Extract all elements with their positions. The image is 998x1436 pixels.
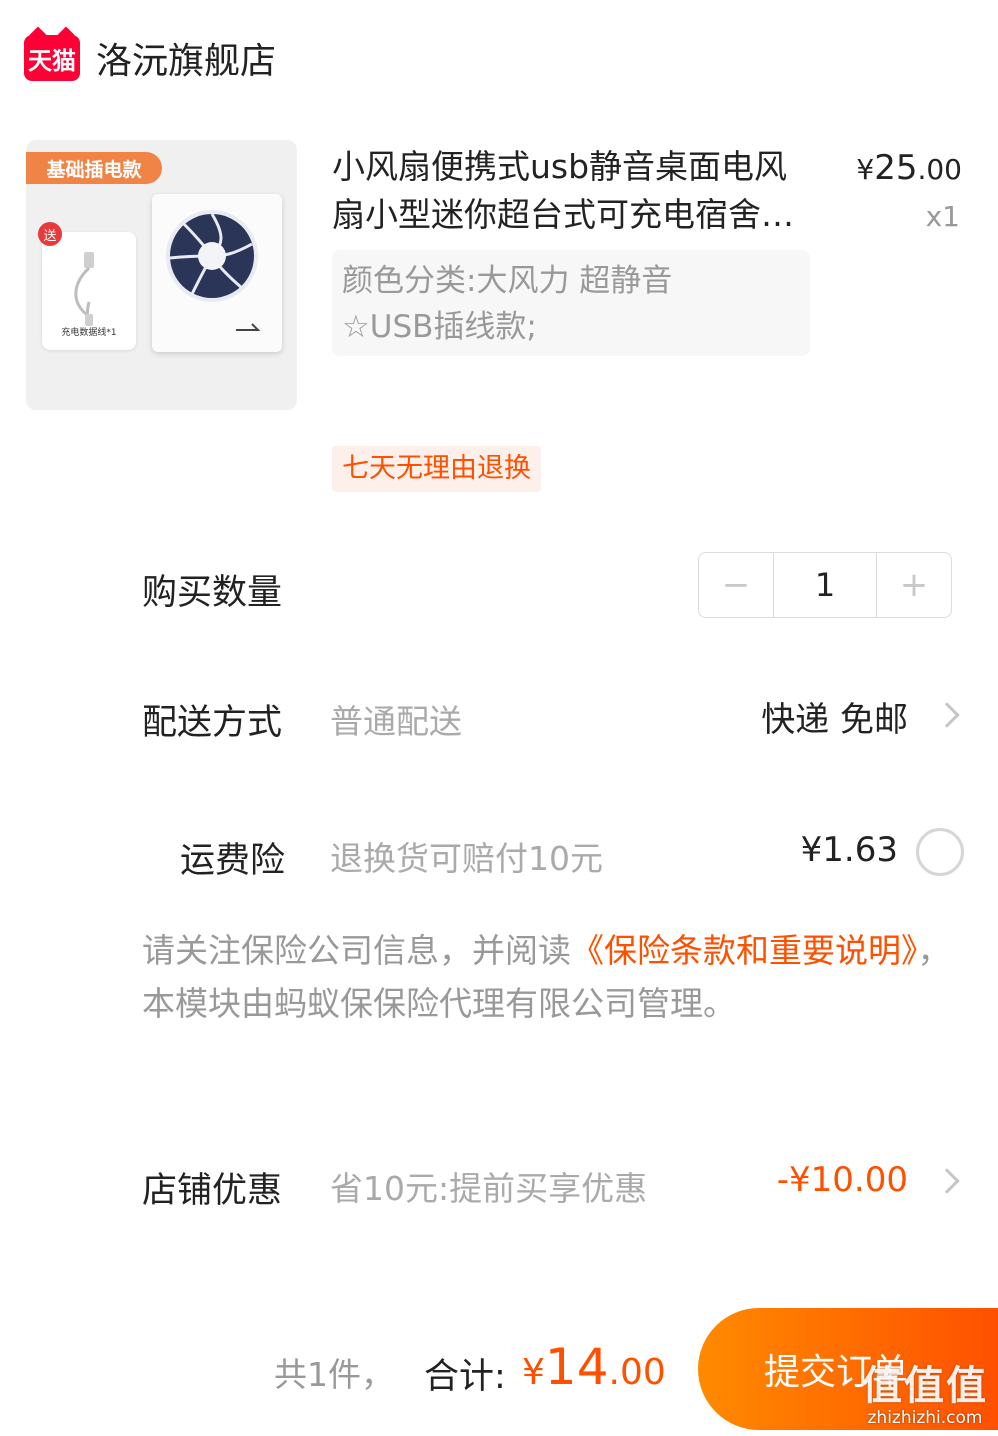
return-policy-tag: 七天无理由退换 [332,446,541,492]
purchase-quantity-label: 购买数量 [142,573,283,613]
total-label: 合计: [424,1357,506,1397]
insurance-terms-link[interactable]: 《保险条款和重要说明》 [571,931,918,970]
decrease-quantity-button[interactable]: − [699,553,773,617]
product-title[interactable]: 小风扇便携式usb静音桌面电风扇小型迷你超台式可充电宿舍学生 [332,143,802,239]
shipping-insurance-label: 运费险 [180,841,286,881]
watermark: 值值值 zhizhizhi.com [862,1364,988,1428]
delivery-chevron-right-icon[interactable] [934,702,960,728]
increase-quantity-button[interactable]: + [877,553,951,617]
sku-line-2: ☆USB插线款; [342,309,537,345]
image-fan [152,194,282,352]
desk-fan-icon [166,210,261,331]
sku-line-1: 颜色分类:大风力 超静音 [342,263,673,299]
store-discount-value[interactable]: -¥10.00 [777,1160,908,1200]
delivery-method-value[interactable]: 快递 免邮 [761,692,908,741]
delivery-desc: 普通配送 [330,702,462,741]
image-cable-label: 充电数据线*1 [61,328,117,338]
store-name[interactable]: 洛沅旗舰店 [96,32,276,84]
shipping-insurance-radio[interactable] [916,828,964,876]
watermark-url: zhizhizhi.com [867,1408,983,1428]
shipping-insurance-price: ¥1.63 [800,830,898,870]
store-discount-desc: 省10元:提前买享优惠 [330,1169,648,1208]
item-count: 共1件， [274,1355,394,1394]
delivery-label: 配送方式 [142,703,283,743]
product-image[interactable]: 基础插电款 充电数据线*1 送 [26,140,297,410]
image-variant-tag: 基础插电款 [26,152,162,184]
notice-prefix: 请关注保险公司信息，并阅读 [142,931,571,970]
total-integer: 14 [544,1338,609,1396]
shipping-insurance-desc: 退换货可赔付10元 [330,839,603,878]
price-currency: ¥ [856,153,875,186]
image-cable-card: 充电数据线*1 [42,232,136,350]
store-discount-label: 店铺优惠 [142,1171,283,1211]
quantity-value[interactable]: 1 [773,553,877,617]
insurance-notice: 请关注保险公司信息，并阅读《保险条款和重要说明》，本模块由蚂蚁保保险代理有限公司… [142,924,968,1030]
tmall-logo-icon: 天猫 [24,35,80,81]
discount-chevron-right-icon[interactable] [934,1168,960,1194]
price-decimal: .00 [917,153,962,186]
quantity-stepper[interactable]: − 1 + [698,552,952,618]
product-quantity: x1 [925,200,960,233]
product-price: ¥25.00 [856,148,962,188]
total-decimal: .00 [608,1352,666,1393]
gift-badge: 送 [38,222,62,246]
watermark-logo: 值值值 [862,1363,988,1409]
total-price: ¥14.00 [522,1338,666,1396]
store-header[interactable]: 天猫 洛沅旗舰店 [24,30,276,86]
price-integer: 25 [874,148,918,188]
total-currency: ¥ [522,1352,545,1393]
sku-selector[interactable]: 颜色分类:大风力 超静音 ☆USB插线款; [332,250,810,356]
